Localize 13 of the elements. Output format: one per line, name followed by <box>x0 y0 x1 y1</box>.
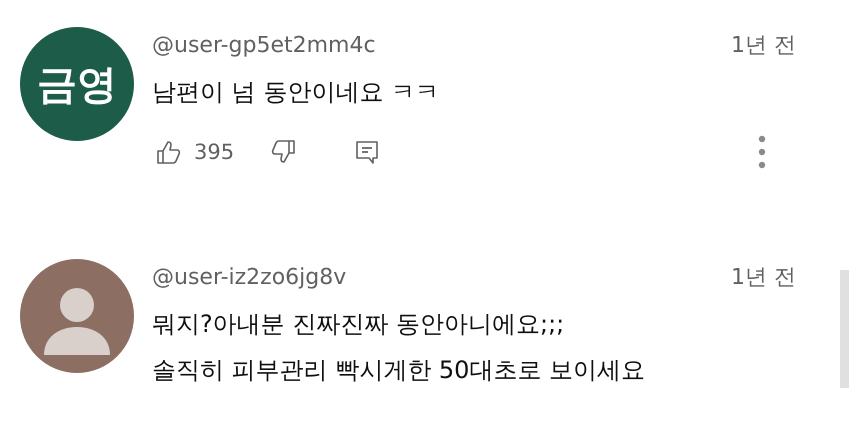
timestamp: 1년 전 <box>731 264 796 292</box>
timestamp: 1년 전 <box>731 32 796 60</box>
username[interactable]: @user-iz2zo6jg8v <box>152 264 346 290</box>
thumbs-up-icon[interactable] <box>156 139 182 165</box>
scrollbar[interactable] <box>840 270 849 388</box>
avatar: 금영 <box>20 27 134 141</box>
like-count: 395 <box>194 140 234 164</box>
comment-text: 뭐지?아내분 진짜진짜 동안아니에요;;; 솔직히 피부관리 빡시게한 50대초로 보이세요 <box>152 309 646 386</box>
reply-icon[interactable] <box>354 139 380 165</box>
more-options-icon[interactable] <box>758 135 766 169</box>
thumbs-down-icon[interactable] <box>270 139 296 165</box>
comment-text: 남편이 넘 동안이네요 ㅋㅋ <box>152 77 440 108</box>
username[interactable]: @user-gp5et2mm4c <box>152 32 376 58</box>
